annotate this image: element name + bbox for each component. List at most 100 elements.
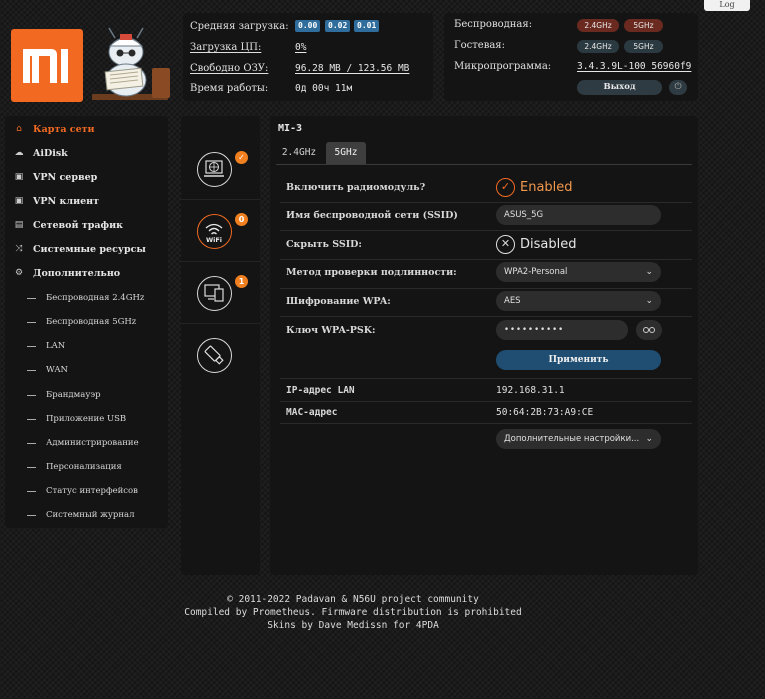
- sidebar-subitem-label: WAN: [46, 365, 68, 375]
- tab-24ghz[interactable]: 2.4GHz: [278, 142, 320, 164]
- show-password-icon[interactable]: [636, 320, 662, 340]
- footer-copyright: © 2011-2022 Padavan & N56U project commu…: [227, 594, 479, 605]
- vpn-server-icon: ▣: [14, 172, 24, 182]
- sidebar-subitem-interface-status[interactable]: Статус интерфейсов: [5, 480, 168, 502]
- footer-skin-credit: Skins by Dave Medissn for 4PDA: [267, 620, 439, 631]
- load-average-label: Средняя загрузка:: [190, 21, 289, 32]
- clients-status-cell[interactable]: 1: [181, 263, 260, 324]
- sidebar-subitem-wireless-5[interactable]: Беспроводная 5GHz: [5, 311, 168, 333]
- guest-24ghz-badge[interactable]: 2.4GHz: [577, 40, 619, 53]
- sidebar-subitem-label: Системный журнал: [46, 510, 135, 520]
- wpa-encryption-value: AES: [504, 296, 521, 306]
- chevron-down-icon: ⌄: [645, 434, 653, 444]
- chevron-down-icon: ⌄: [645, 267, 653, 277]
- wireless-label: Беспроводная:: [454, 19, 533, 30]
- ssid-label: Имя беспроводной сети (SSID): [286, 210, 458, 221]
- sidebar-subitem-lan[interactable]: LAN: [5, 335, 168, 357]
- cpu-value[interactable]: 0%: [295, 42, 306, 53]
- sidebar-subitem-label: Беспроводная 2.4GHz: [46, 293, 145, 303]
- sidebar-item-label: Сетевой трафик: [33, 219, 123, 231]
- load-15min-badge: 0.01: [354, 20, 380, 32]
- radio-enable-label: Включить радиомодуль?: [286, 182, 426, 193]
- sidebar-subitem-label: Беспроводная 5GHz: [46, 317, 137, 327]
- sidebar-subitem-admin[interactable]: Администрирование: [5, 432, 168, 454]
- guest-5ghz-badge[interactable]: 5GHz: [624, 40, 663, 53]
- internet-globe-icon[interactable]: [197, 152, 232, 187]
- ram-value[interactable]: 96.28 MB / 123.56 MB: [295, 63, 409, 74]
- sidebar-subitem-usb[interactable]: Приложение USB: [5, 408, 168, 430]
- mac-value: 50:64:2B:73:A9:CE: [496, 407, 594, 418]
- ssid-input[interactable]: ASUS_5G: [496, 205, 661, 225]
- sidebar-item-label: VPN клиент: [33, 195, 99, 207]
- sidebar-item-aidisk[interactable]: ☁ AiDisk: [5, 142, 168, 164]
- wifi-icon[interactable]: WiFi: [197, 214, 232, 249]
- check-badge-icon: ✓: [235, 151, 248, 164]
- home-icon: ⌂: [16, 124, 22, 134]
- load-5min-badge: 0.02: [325, 20, 351, 32]
- hide-ssid-value: Disabled: [520, 236, 577, 252]
- psk-input[interactable]: ••••••••••: [496, 320, 628, 340]
- clients-count-badge: 1: [235, 275, 248, 288]
- lan-ip-value: 192.168.31.1: [496, 385, 565, 396]
- close-icon: ✕: [496, 234, 515, 254]
- wpa-encryption-select[interactable]: AES ⌄: [496, 291, 661, 311]
- usb-icon[interactable]: [197, 338, 232, 373]
- power-icon[interactable]: ⏻: [669, 80, 687, 95]
- hide-ssid-toggle[interactable]: ✕ Disabled: [496, 234, 576, 254]
- firmware-label: Микропрограмма:: [454, 61, 552, 72]
- sidebar-item-network-map[interactable]: ⌂ Карта сети: [5, 118, 168, 140]
- sidebar-item-traffic[interactable]: ▤ Сетевой трафик: [5, 214, 168, 236]
- sidebar-subitem-system-log[interactable]: Системный журнал: [5, 504, 168, 526]
- apply-button[interactable]: Применить: [496, 350, 661, 370]
- auth-method-select[interactable]: WPA2-Personal ⌄: [496, 262, 661, 282]
- auth-method-value: WPA2-Personal: [504, 267, 568, 277]
- auth-method-label: Метод проверки подлинности:: [286, 267, 457, 278]
- sidebar-item-label: VPN сервер: [33, 171, 98, 183]
- hide-ssid-label: Скрыть SSID:: [286, 239, 362, 250]
- radio-enable-toggle[interactable]: ✓ Enabled: [496, 177, 573, 197]
- sidebar-subitem-label: LAN: [46, 341, 66, 351]
- sidebar-subitem-label: Администрирование: [46, 438, 139, 448]
- uptime-label: Время работы:: [190, 83, 269, 94]
- devices-icon[interactable]: [197, 276, 232, 311]
- wireless-settings-panel: MI-3 2.4GHz 5GHz Включить радиомодуль? ✓…: [270, 116, 698, 575]
- shuffle-icon: ⤨: [15, 244, 23, 254]
- sidebar-item-system-resources[interactable]: ⤨ Системные ресурсы: [5, 238, 168, 260]
- logout-button[interactable]: Выход: [577, 80, 662, 95]
- sidebar-subitem-wireless-24[interactable]: Беспроводная 2.4GHz: [5, 287, 168, 309]
- tab-divider: [276, 164, 692, 165]
- sidebar-item-label: Карта сети: [33, 123, 95, 135]
- sidebar-item-label: Системные ресурсы: [33, 243, 146, 255]
- footer: © 2011-2022 Padavan & N56U project commu…: [0, 593, 706, 632]
- ram-label[interactable]: Свободно ОЗУ:: [190, 63, 268, 74]
- system-status-panel: Средняя загрузка: 0.00 0.02 0.01 Загрузк…: [183, 13, 433, 101]
- wifi-status-cell[interactable]: WiFi 0: [181, 201, 260, 262]
- tab-5ghz[interactable]: 5GHz: [326, 142, 366, 164]
- sidebar-subitem-label: Статус интерфейсов: [46, 486, 138, 496]
- sidebar-subitem-personalization[interactable]: Персонализация: [5, 456, 168, 478]
- chevron-down-icon: ⌄: [645, 296, 653, 306]
- vpn-client-icon: ▣: [14, 196, 24, 206]
- wifi-text-label: WiFi: [206, 236, 222, 244]
- network-map-icon-column: ✓ WiFi 0 1: [181, 116, 260, 575]
- cpu-label[interactable]: Загрузка ЦП:: [190, 42, 261, 53]
- sidebar-subitem-firewall[interactable]: Брандмауэр: [5, 384, 168, 406]
- sidebar-item-vpn-client[interactable]: ▣ VPN клиент: [5, 190, 168, 212]
- sidebar-subitem-wan[interactable]: WAN: [5, 359, 168, 381]
- firmware-version-link[interactable]: 3.4.3.9L-100_56960f9: [577, 61, 691, 72]
- advanced-settings-select[interactable]: Дополнительные настройки... ⌄: [496, 429, 661, 449]
- usb-status-cell[interactable]: [181, 325, 260, 386]
- sidebar-item-vpn-server[interactable]: ▣ VPN сервер: [5, 166, 168, 188]
- check-icon: ✓: [496, 177, 515, 197]
- sidebar-item-advanced[interactable]: ⚙ Дополнительно: [5, 262, 168, 284]
- log-tab[interactable]: Log: [704, 0, 750, 11]
- psk-label: Ключ WPA-PSK:: [286, 325, 376, 336]
- wireless-24ghz-badge[interactable]: 2.4GHz: [577, 19, 619, 32]
- advanced-settings-value: Дополнительные настройки...: [504, 434, 640, 444]
- wireless-5ghz-badge[interactable]: 5GHz: [624, 19, 663, 32]
- guest-label: Гостевая:: [454, 40, 505, 51]
- wpa-encryption-label: Шифрование WPA:: [286, 296, 391, 307]
- wireless-status-panel: Беспроводная: 2.4GHz 5GHz Гостевая: 2.4G…: [444, 13, 698, 101]
- internet-status-cell[interactable]: ✓: [181, 139, 260, 200]
- gear-icon: ⚙: [14, 268, 24, 278]
